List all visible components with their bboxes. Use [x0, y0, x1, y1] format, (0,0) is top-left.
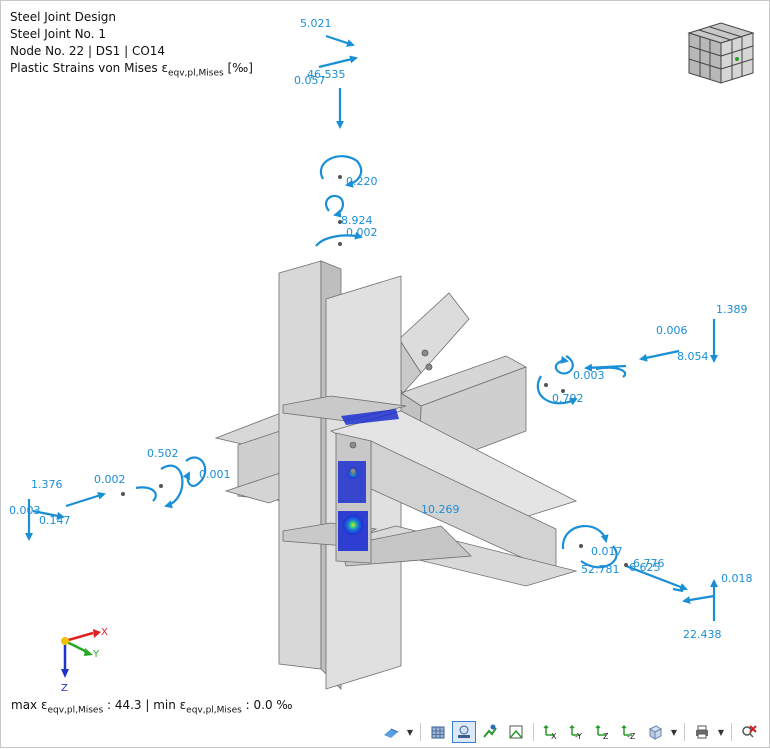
label-6625: 6.625: [629, 561, 661, 574]
views-icon[interactable]: [379, 721, 403, 743]
close-results-icon[interactable]: [737, 721, 761, 743]
perspective-icon[interactable]: [504, 721, 528, 743]
label-1389: 1.389: [716, 303, 748, 316]
view-z-icon[interactable]: Z: [591, 721, 615, 743]
svg-text:-Z: -Z: [627, 732, 636, 741]
view-toolbar: ▼ X -Y Z -Z ▼ ▼: [379, 720, 761, 744]
view-x-icon[interactable]: X: [539, 721, 563, 743]
toolbar-separator: [731, 723, 732, 741]
label-8054: 8.054: [677, 350, 709, 363]
label-10269: 10.269: [421, 503, 460, 516]
label-0792: 0.792: [552, 392, 584, 405]
label-22438: 22.438: [683, 628, 722, 641]
views-dropdown-icon[interactable]: ▼: [405, 721, 415, 743]
label-0502: 0.502: [147, 447, 179, 460]
steel-model: [214, 260, 578, 690]
max-sub: eqv,pl,Mises: [47, 705, 104, 716]
max-value: : 44.3 | min ε: [103, 698, 187, 712]
print-icon[interactable]: [690, 721, 714, 743]
svg-text:-Y: -Y: [575, 732, 582, 741]
axis-triad: X Y Z: [61, 627, 108, 694]
label-0002-top: 0.002: [346, 226, 378, 239]
iso-view-icon[interactable]: [643, 721, 667, 743]
axis-y-label: Y: [92, 649, 100, 660]
max-prefix: max ε: [11, 698, 48, 712]
label-5021: 5.021: [300, 17, 332, 30]
axis-x-label: X: [101, 627, 108, 638]
display-icon[interactable]: [426, 721, 450, 743]
label-0003-right: 0.003: [573, 369, 605, 382]
label-0220: 0.220: [346, 175, 378, 188]
label-1376: 1.376: [31, 478, 63, 491]
label-52781: 52.781: [581, 563, 620, 576]
label-0018: 0.018: [721, 572, 753, 585]
toolbar-separator: [533, 723, 534, 741]
min-sub: eqv,pl,Mises: [186, 705, 242, 716]
label-0002-left: 0.002: [94, 473, 126, 486]
svg-text:X: X: [551, 732, 557, 741]
label-0147: 0.147: [39, 514, 71, 527]
label-0006: 0.006: [656, 324, 688, 337]
label-0003-left: 0.003: [9, 504, 41, 517]
joint-model-scene: 5.021 46.535 0.057 0.220 8.924 0.002 1.3…: [9, 17, 755, 694]
toolbar-separator: [420, 723, 421, 741]
label-0057: 0.057: [294, 74, 326, 87]
active-view-icon[interactable]: [452, 721, 476, 743]
iso-dropdown-icon[interactable]: ▼: [669, 721, 679, 743]
3d-viewport[interactable]: Steel Joint Design Steel Joint No. 1 Nod…: [0, 0, 770, 748]
render-icon[interactable]: [478, 721, 502, 743]
min-max-summary: max εeqv,pl,Mises : 44.3 | min εeqv,pl,M…: [11, 698, 293, 715]
view-cube-icon[interactable]: [687, 22, 755, 84]
label-0017: 0.017: [591, 545, 623, 558]
min-value: : 0.0 ‰: [241, 698, 293, 712]
print-dropdown-icon[interactable]: ▼: [716, 721, 726, 743]
view-minus-y-icon[interactable]: -Y: [565, 721, 589, 743]
label-0001: 0.001: [199, 468, 231, 481]
view-minus-z-icon[interactable]: -Z: [617, 721, 641, 743]
svg-text:Z: Z: [603, 732, 609, 741]
toolbar-separator: [684, 723, 685, 741]
axis-z-label: Z: [61, 683, 68, 694]
